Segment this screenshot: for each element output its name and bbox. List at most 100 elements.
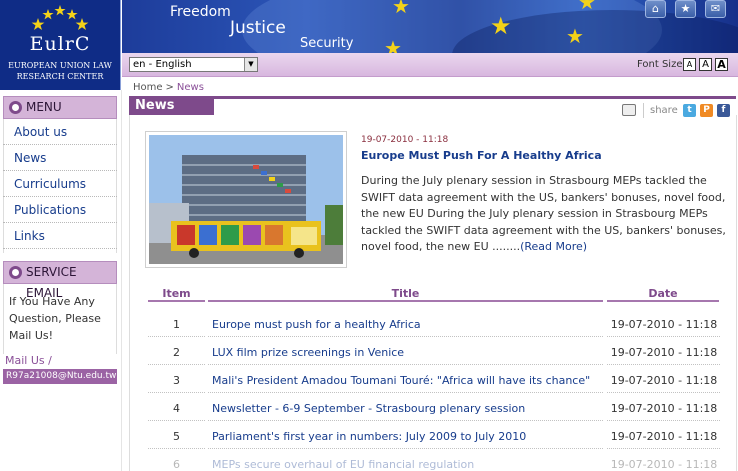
logo-subtitle: EUROPEAN UNION LAW RESEARCH CENTER [0,60,120,82]
bullet-icon [9,266,22,279]
font-size-small-button[interactable]: A [683,58,696,71]
parliament-building-illustration [149,135,343,264]
flag-star-icon: ★ [392,0,410,18]
row-separator [148,420,205,421]
menu-header: MENU [3,96,117,119]
featured-article-title[interactable]: Europe Must Push For A Healthy Africa [361,149,602,162]
row-title-link[interactable]: Newsletter - 6-9 September - Strasbourg … [212,402,525,415]
email-address-link[interactable]: R97a21008@Ntu.edu.tw [3,369,117,384]
flag-star-icon: ★ [578,0,596,14]
table-row[interactable]: 1 Europe must push for a healthy Africa … [148,311,720,339]
row-item-number: 5 [173,430,180,443]
site-logo[interactable]: EulrC EUROPEAN UNION LAW RESEARCH CENTER [0,0,121,90]
twitter-icon[interactable]: t [683,104,696,117]
row-separator [607,364,720,365]
font-size-label: Font Size [637,59,683,70]
banner-word-justice: Justice [230,18,286,38]
column-divider [121,90,122,471]
banner-word-security: Security [300,36,354,51]
row-separator [148,336,205,337]
home-icon[interactable]: ⌂ [645,0,666,18]
header-banner: ★ ★ ★ ★ ★ Freedom Justice Security ⌂ ★ ✉ [122,0,738,53]
featured-photo[interactable] [145,131,347,268]
row-item-number: 6 [173,458,180,471]
row-title-link[interactable]: Europe must push for a healthy Africa [212,318,421,331]
row-separator [148,392,205,393]
font-size-large-button[interactable]: A [715,58,728,71]
row-item-number: 4 [173,402,180,415]
row-date: 19-07-2010 - 11:18 [610,346,718,359]
row-date: 19-07-2010 - 11:18 [610,402,718,415]
sidebar-item-about-us[interactable]: About us [3,119,117,145]
banner-word-freedom: Freedom [170,4,231,20]
row-separator [607,448,720,449]
news-title-rule [214,96,736,99]
font-size-medium-button[interactable]: A [699,58,712,71]
flag-star-icon: ★ [566,24,584,48]
row-item-number: 3 [173,374,180,387]
row-date: 19-07-2010 - 11:18 [610,374,718,387]
row-date: 19-07-2010 - 11:18 [610,430,718,443]
row-separator [208,336,603,337]
row-title-link[interactable]: LUX film prize screenings in Venice [212,346,404,359]
sidebar-item-publications[interactable]: Publications [3,197,117,223]
toolbar: en - English ▼ Font Size A A A [122,53,738,77]
row-separator [607,420,720,421]
sidebar-item-news[interactable]: News [3,145,117,171]
print-icon[interactable] [622,104,636,116]
row-separator [208,448,603,449]
facebook-icon[interactable]: f [717,104,730,117]
share-label: share [650,105,678,116]
breadcrumb-separator: > [165,82,174,93]
logo-name: EulrC [29,33,91,55]
row-item-number: 2 [173,346,180,359]
row-separator [607,392,720,393]
news-section-title: News [129,96,214,115]
table-header-item: Item [148,287,205,302]
bullet-icon [9,101,22,114]
share-bar: share t P f [617,102,735,120]
table-row[interactable]: 3 Mali's President Amadou Toumani Touré:… [148,367,720,395]
row-title-link[interactable]: Parliament's first year in numbers: July… [212,430,526,443]
service-email-header: SERVICE EMAIL [3,261,117,300]
breadcrumb-home[interactable]: Home [133,82,163,93]
row-separator [607,336,720,337]
row-title-link[interactable]: Mali's President Amadou Toumani Touré: "… [212,374,590,387]
star-icon[interactable]: ★ [675,0,696,18]
table-row[interactable]: 6 MEPs secure overhaul of EU financial r… [148,451,720,471]
breadcrumb: Home > News [133,82,204,93]
table-row[interactable]: 5 Parliament's first year in numbers: Ju… [148,423,720,451]
table-row[interactable]: 4 Newsletter - 6-9 September - Strasbour… [148,395,720,423]
plurk-icon[interactable]: P [700,104,713,117]
sidebar-item-links[interactable]: Links [3,223,117,249]
row-separator [148,364,205,365]
row-separator [208,392,603,393]
sidebar-item-curriculums[interactable]: Curriculums [3,171,117,197]
table-header-title: Title [208,287,603,302]
table-header-date: Date [607,287,719,302]
chevron-down-icon[interactable]: ▼ [244,58,257,71]
service-email-text: If You Have Any Question, Please Mail Us… [9,295,101,342]
read-more-link[interactable]: (Read More) [520,240,587,253]
language-select[interactable]: en - English ▼ [129,57,258,72]
table-row[interactable]: 2 LUX film prize screenings in Venice 19… [148,339,720,367]
row-separator [208,364,603,365]
row-date: 19-07-2010 - 11:18 [610,318,718,331]
logo-subtitle-line1: EUROPEAN UNION LAW [8,61,112,70]
flag-star-icon: ★ [490,12,512,40]
logo-subtitle-line2: RESEARCH CENTER [16,72,104,81]
featured-article-body: During the July plenary session in Stras… [361,173,727,256]
language-select-value: en - English [133,59,192,70]
row-date: 19-07-2010 - 11:18 [610,458,718,471]
menu-title: MENU [26,100,62,114]
row-title-link[interactable]: MEPs secure overhaul of EU financial reg… [212,458,474,471]
row-separator [148,448,205,449]
breadcrumb-current: News [176,82,204,93]
flag-star-icon: ★ [384,36,402,53]
mail-us-label[interactable]: Mail Us / [5,354,52,367]
sidebar-menu: About us News Curriculums Publications L… [3,119,117,249]
mail-icon[interactable]: ✉ [705,0,726,18]
row-separator [208,420,603,421]
share-divider [643,103,644,118]
featured-article-date: 19-07-2010 - 11:18 [361,135,449,145]
